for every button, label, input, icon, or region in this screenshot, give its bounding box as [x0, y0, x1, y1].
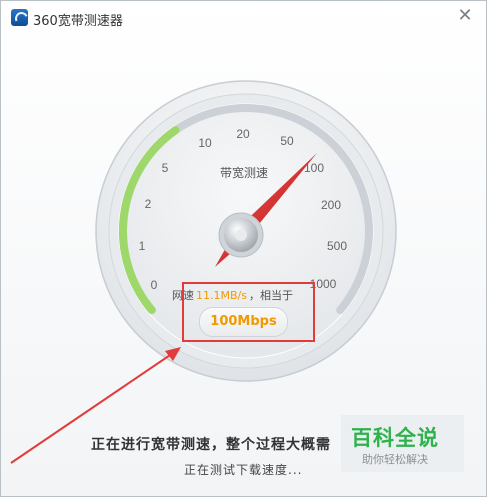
highlight-box: [182, 282, 315, 342]
gauge-hub-center: [235, 229, 247, 241]
gauge-tick-label: 1: [139, 239, 146, 253]
gauge-tick-label: 500: [327, 239, 347, 253]
watermark-subtitle: 助你轻松解决: [362, 453, 428, 466]
gauge-tick-label: 50: [280, 134, 294, 148]
status-detail: 正在测试下载速度...: [184, 463, 303, 477]
gauge-label: 带宽测速: [220, 165, 268, 180]
gauge-tick-label: 0: [151, 278, 158, 292]
gauge-tick-label: 2: [145, 197, 152, 211]
gauge-tick-label: 20: [236, 127, 250, 141]
status-message: 正在进行宽带测速，整个过程大概需: [91, 437, 331, 453]
gauge-tick-label: 200: [321, 198, 341, 212]
speedtest-window: 360宽带测速器 ✕ 0 1 2 5 10 20 50 100 200 500 …: [0, 0, 487, 497]
gauge-tick-label: 10: [198, 136, 212, 150]
watermark: 百科全说 助你轻松解决: [341, 415, 464, 472]
gauge-tick-label: 5: [162, 161, 169, 175]
watermark-title: 百科全说: [351, 426, 439, 450]
